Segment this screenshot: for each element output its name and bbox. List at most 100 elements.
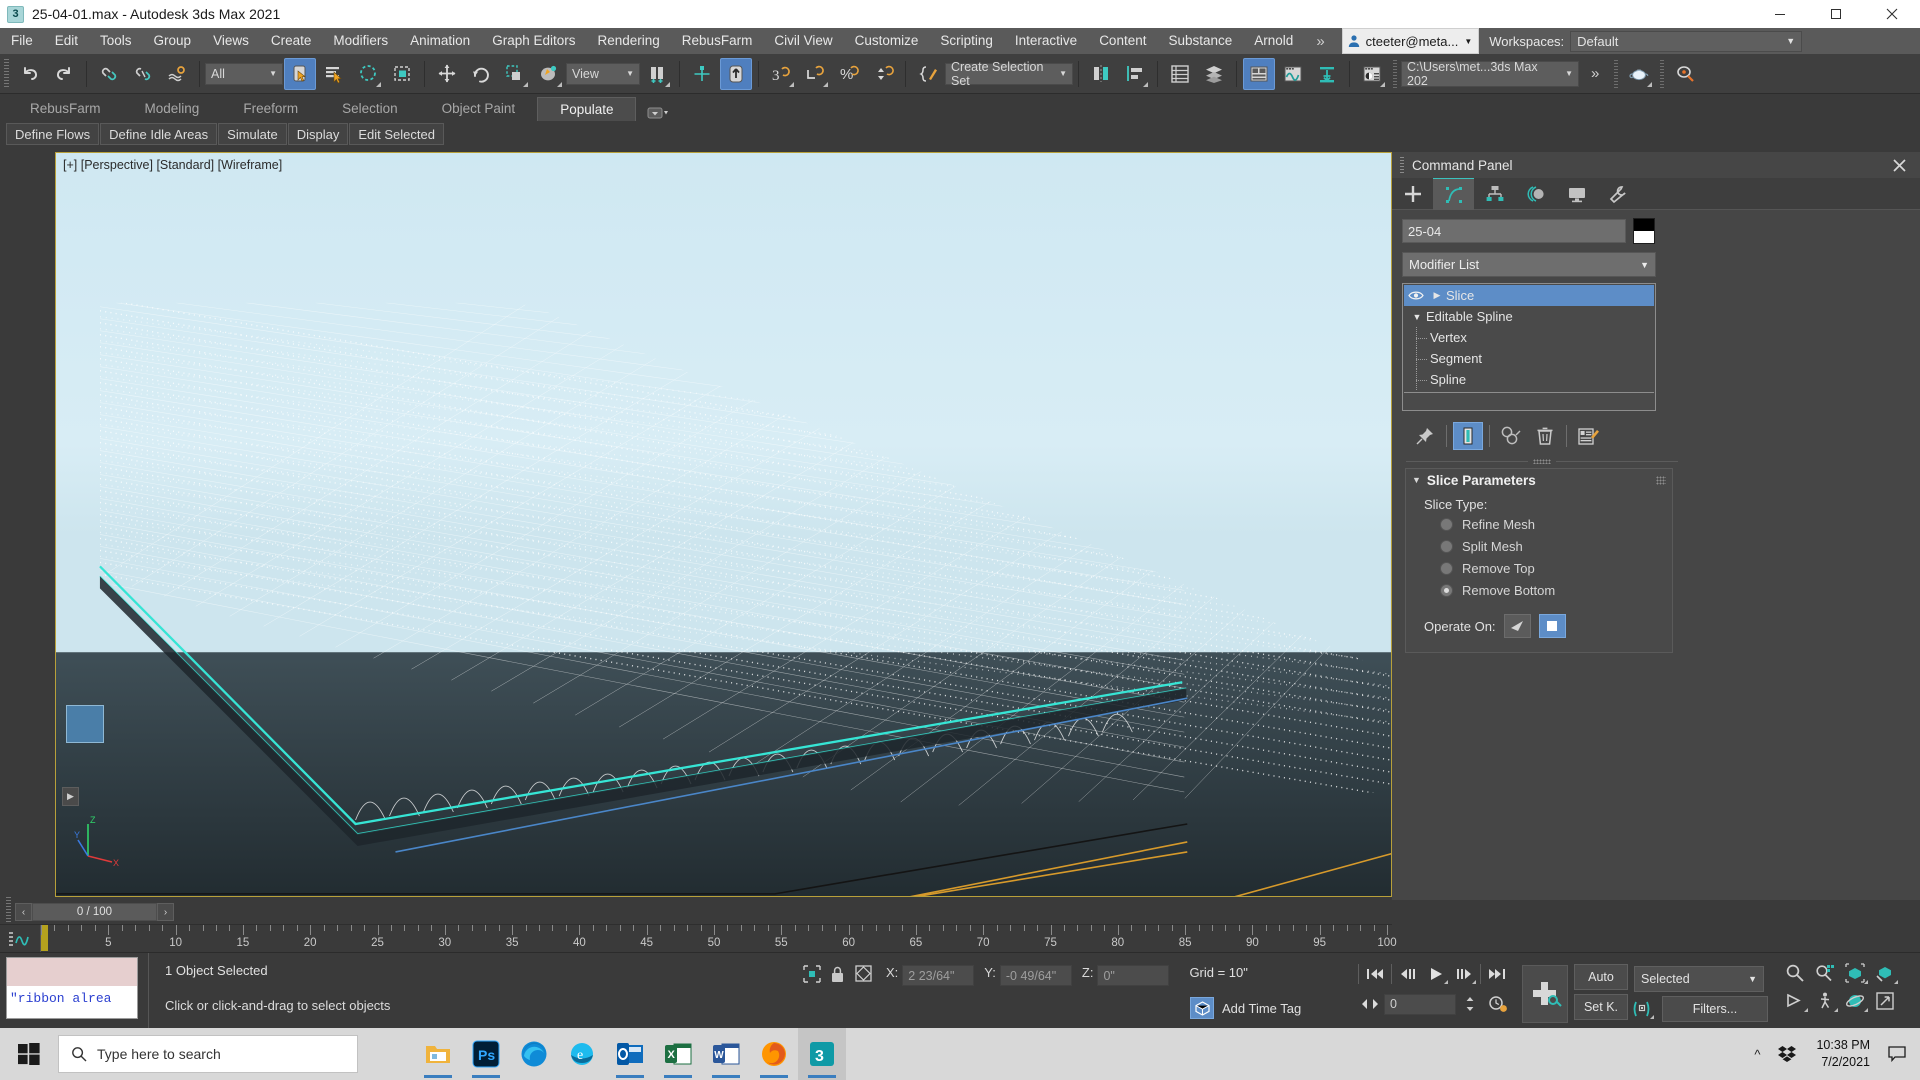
modifier-list-dropdown[interactable]: Modifier List ▼ xyxy=(1402,252,1656,277)
ribbon-tab-object-paint[interactable]: Object Paint xyxy=(420,97,538,121)
taskbar-clock[interactable]: 10:38 PM 7/2/2021 xyxy=(1804,1037,1882,1071)
display-button[interactable]: Display xyxy=(287,122,349,145)
toolbar-overflow-chevron-icon[interactable]: » xyxy=(1579,65,1610,82)
rollout-header[interactable]: ▼ Slice Parameters xyxy=(1406,469,1672,491)
menu-graph-editors[interactable]: Graph Editors xyxy=(481,28,586,54)
menu-interactive[interactable]: Interactive xyxy=(1004,28,1088,54)
ribbon-config-icon[interactable] xyxy=(646,105,669,121)
menu-rendering[interactable]: Rendering xyxy=(587,28,671,54)
make-unique-icon[interactable] xyxy=(1496,422,1526,450)
menu-rebusfarm[interactable]: RebusFarm xyxy=(671,28,764,54)
menu-arnold[interactable]: Arnold xyxy=(1243,28,1304,54)
menu-modifiers[interactable]: Modifiers xyxy=(322,28,399,54)
taskbar-outlook[interactable] xyxy=(606,1028,654,1080)
radio-button[interactable] xyxy=(1440,539,1453,553)
taskbar-internet-explorer[interactable]: e xyxy=(558,1028,606,1080)
taskbar-firefox[interactable] xyxy=(750,1028,798,1080)
utilities-tab[interactable] xyxy=(1597,178,1638,210)
taskbar-photoshop[interactable]: Ps xyxy=(462,1028,510,1080)
dropbox-icon[interactable] xyxy=(1770,1045,1804,1063)
edit-named-selection-sets-icon[interactable] xyxy=(912,58,944,90)
taskbar-3ds-max[interactable]: 3 xyxy=(798,1028,846,1080)
add-time-tag-control[interactable]: Add Time Tag xyxy=(1190,997,1301,1019)
listener-input-pane[interactable]: "ribbon alrea xyxy=(7,986,137,1018)
expand-panel-icon[interactable]: ▶ xyxy=(62,787,79,806)
perspective-viewport[interactable]: [+] [Perspective] [Standard] [Wireframe] xyxy=(55,152,1392,897)
modify-tab[interactable] xyxy=(1433,178,1474,210)
taskbar-word[interactable]: W xyxy=(702,1028,750,1080)
frame-ruler[interactable]: 5 10 15 20 25 30 35 40 45 50 55 60 65 70 75 80 85 90 95 100 xyxy=(40,925,1397,952)
display-tab[interactable] xyxy=(1556,178,1597,210)
menu-scripting[interactable]: Scripting xyxy=(929,28,1004,54)
percent-snap-toggle-icon[interactable] xyxy=(799,58,831,90)
panel-grip[interactable] xyxy=(1400,157,1404,173)
radio-remove-top[interactable]: Remove Top xyxy=(1406,558,1672,578)
key-step-arrows-icon[interactable] xyxy=(1356,991,1384,1017)
operate-on-polygons-button[interactable] xyxy=(1538,614,1566,638)
orbit-icon[interactable] xyxy=(1840,987,1870,1015)
action-center-icon[interactable] xyxy=(1882,1045,1912,1063)
zoom-region-icon[interactable] xyxy=(1870,959,1900,987)
y-field[interactable]: -0 49/64" xyxy=(999,965,1072,986)
snaps-toggle-icon[interactable] xyxy=(720,57,752,90)
define-flows-button[interactable]: Define Flows xyxy=(6,122,100,145)
search-input[interactable]: Type here to search xyxy=(58,1035,358,1073)
menu-overflow-chevron-icon[interactable]: » xyxy=(1304,33,1335,50)
maxscript-mini-listener[interactable]: "ribbon alrea xyxy=(6,957,138,1019)
angle-snap-toggle-icon[interactable]: 3 xyxy=(765,58,797,90)
define-idle-areas-button[interactable]: Define Idle Areas xyxy=(100,122,218,145)
radio-refine-mesh[interactable]: Refine Mesh xyxy=(1406,514,1672,534)
edit-selected-button[interactable]: Edit Selected xyxy=(349,122,444,145)
time-configuration-icon[interactable] xyxy=(1484,991,1512,1017)
unlink-selection-icon[interactable] xyxy=(127,58,159,90)
spinner-snap-toggle-icon[interactable]: % xyxy=(833,58,865,90)
menu-create[interactable]: Create xyxy=(260,28,323,54)
radio-remove-bottom[interactable]: Remove Bottom xyxy=(1406,580,1672,600)
key-filter-select[interactable]: Selected ▼ xyxy=(1634,966,1764,992)
modifier-stack-item-spline[interactable]: Spline xyxy=(1404,369,1654,390)
viewport-label[interactable]: [+] [Perspective] [Standard] [Wireframe] xyxy=(63,158,282,172)
motion-tab[interactable] xyxy=(1515,178,1556,210)
radio-button[interactable] xyxy=(1440,583,1453,597)
workspace-select[interactable]: Default ▼ xyxy=(1570,30,1803,52)
object-color-swatch[interactable] xyxy=(1633,218,1655,244)
previous-frame-icon[interactable] xyxy=(1394,961,1422,987)
window-crossing-icon[interactable] xyxy=(386,58,418,90)
select-and-move-icon[interactable] xyxy=(431,58,463,90)
menu-edit[interactable]: Edit xyxy=(44,28,89,54)
selection-lock-icon[interactable] xyxy=(824,965,850,983)
project-folder-combo[interactable]: C:\Users\met...3ds Max 202 ▼ xyxy=(1401,60,1579,88)
configure-sets-icon[interactable] xyxy=(1573,422,1603,450)
menu-file[interactable]: File xyxy=(0,28,44,54)
current-frame-field[interactable]: 0 xyxy=(1384,993,1456,1015)
rollout-splitter[interactable] xyxy=(1406,459,1678,464)
collapse-arrow-icon[interactable]: ▼ xyxy=(1408,312,1426,322)
radio-button[interactable] xyxy=(1440,561,1453,575)
object-name-field[interactable]: 25-04 xyxy=(1402,219,1626,243)
scene-explorer-icon[interactable] xyxy=(1198,58,1230,90)
absolute-relative-transform-icon[interactable] xyxy=(850,965,876,982)
modifier-stack-item-editable-spline[interactable]: ▼ Editable Spline xyxy=(1404,306,1654,327)
modifier-stack-item-vertex[interactable]: Vertex xyxy=(1404,327,1654,348)
ribbon-tab-modeling[interactable]: Modeling xyxy=(123,97,222,121)
ribbon-tab-selection[interactable]: Selection xyxy=(320,97,420,121)
create-tab[interactable] xyxy=(1392,178,1433,210)
layer-explorer-icon[interactable] xyxy=(1164,58,1196,90)
track-view-curve-icon[interactable] xyxy=(0,925,40,952)
toggle-ribbon-icon[interactable] xyxy=(1243,57,1275,90)
expand-arrow-icon[interactable]: ▶ xyxy=(1428,290,1446,301)
ribbon-tab-populate[interactable]: Populate xyxy=(537,97,637,121)
radio-split-mesh[interactable]: Split Mesh xyxy=(1406,536,1672,556)
taskbar-file-explorer[interactable] xyxy=(414,1028,462,1080)
magnifier-icon[interactable] xyxy=(1780,959,1810,987)
named-selection-set-combo[interactable]: Create Selection Set ▼ xyxy=(945,60,1073,88)
auto-key-button[interactable]: Auto xyxy=(1574,964,1628,990)
select-by-name-icon[interactable] xyxy=(318,58,350,90)
playhead[interactable] xyxy=(41,925,48,951)
menu-customize[interactable]: Customize xyxy=(844,28,930,54)
modifier-stack-item-segment[interactable]: Segment xyxy=(1404,348,1654,369)
ribbon-tab-freeform[interactable]: Freeform xyxy=(221,97,320,121)
set-key-button[interactable]: Set K. xyxy=(1574,994,1628,1020)
go-to-end-icon[interactable] xyxy=(1483,961,1511,987)
menu-animation[interactable]: Animation xyxy=(399,28,481,54)
